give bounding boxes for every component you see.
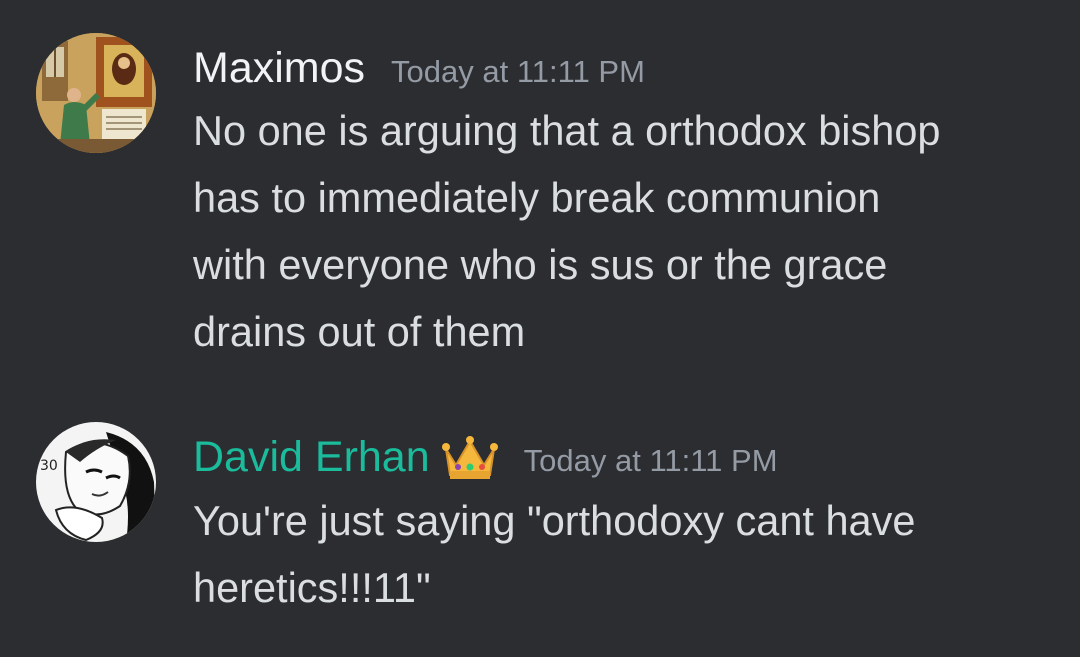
message-line: You're just saying "orthodoxy cant have xyxy=(193,497,916,544)
avatar-maximos[interactable] xyxy=(36,33,156,153)
username[interactable]: David Erhan xyxy=(193,432,430,482)
chat-log: Maximos Today at 11:11 PM No one is argu… xyxy=(0,0,1080,657)
icon-avatar-image xyxy=(36,33,156,153)
timestamp[interactable]: Today at 11:11 PM xyxy=(524,436,778,486)
message-line: No one is arguing that a orthodox bishop xyxy=(193,107,941,154)
timestamp[interactable]: Today at 11:11 PM xyxy=(391,47,645,97)
message-line: drains out of them xyxy=(193,308,526,355)
avatar-david-erhan[interactable]: 30 xyxy=(36,422,156,542)
message-header: David Erhan Today at 11:11 PM xyxy=(193,432,778,486)
username[interactable]: Maximos xyxy=(193,43,365,93)
message-line: has to immediately break communion xyxy=(193,174,881,221)
message-content: You're just saying "orthodoxy cant have … xyxy=(193,487,1053,621)
manga-avatar-image: 30 xyxy=(36,422,156,542)
message-line: heretics!!!11" xyxy=(193,564,431,611)
message-content: No one is arguing that a orthodox bishop… xyxy=(193,97,1053,365)
message-header: Maximos Today at 11:11 PM xyxy=(193,43,645,97)
svg-text:30: 30 xyxy=(40,458,58,474)
crown-icon xyxy=(441,435,498,483)
message-line: with everyone who is sus or the grace xyxy=(193,241,888,288)
